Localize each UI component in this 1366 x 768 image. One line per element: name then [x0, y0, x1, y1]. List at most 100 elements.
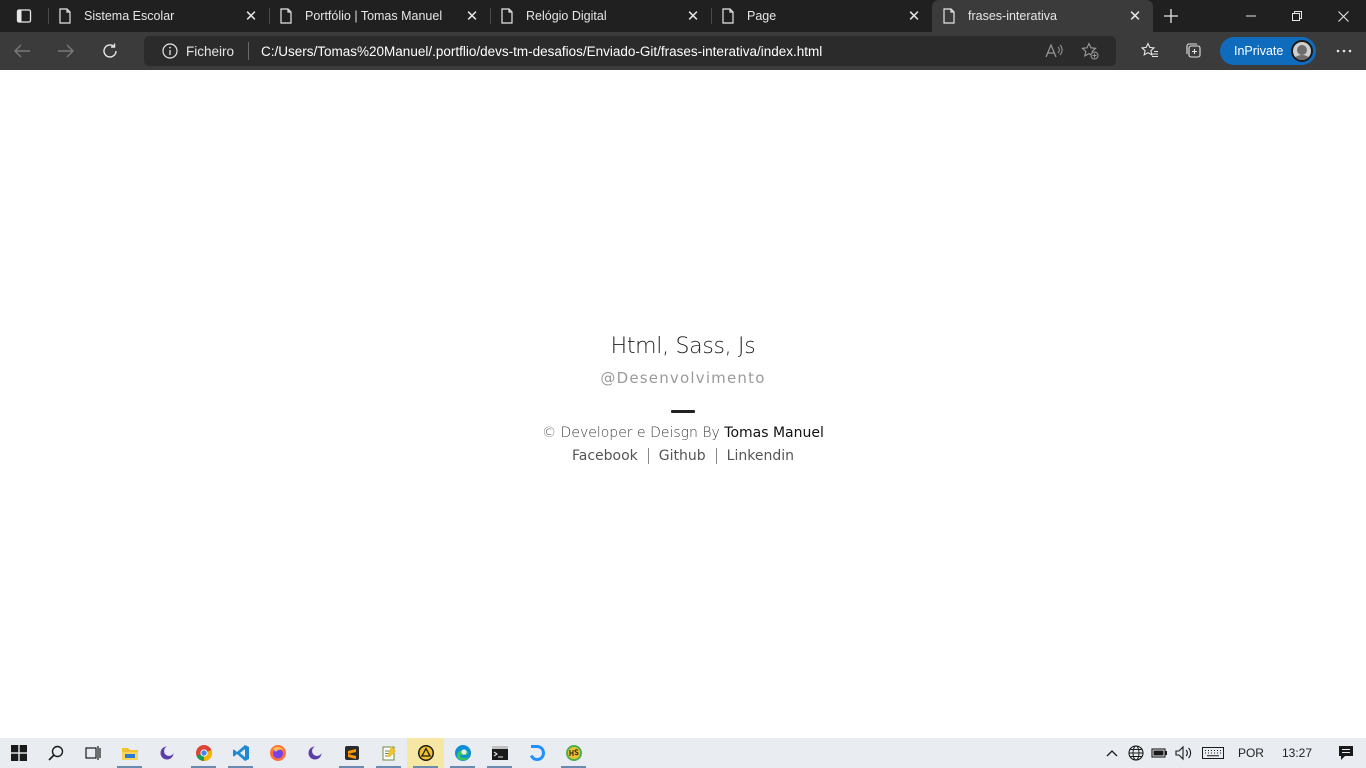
toolbar-right-actions: InPrivate: [1128, 32, 1366, 70]
restore-icon: [1292, 11, 1302, 21]
start-button[interactable]: [0, 738, 37, 768]
plus-icon: [1164, 9, 1178, 23]
avatar: [1291, 40, 1313, 62]
back-button[interactable]: [0, 32, 44, 70]
address-divider: [248, 42, 250, 60]
battery-icon[interactable]: [1148, 747, 1172, 759]
taskbar-vscode[interactable]: [222, 738, 259, 768]
taskbar: POR 13:27: [0, 738, 1366, 768]
restore-button[interactable]: [1274, 0, 1320, 32]
back-arrow-icon: [14, 44, 30, 58]
system-tray: POR 13:27: [1100, 738, 1366, 768]
read-aloud-icon[interactable]: [1036, 43, 1072, 59]
tab-actions-button[interactable]: [0, 0, 48, 32]
tab-title: Sistema Escolar: [84, 9, 175, 23]
sublime-icon: [344, 746, 359, 760]
chevron-up-icon[interactable]: [1100, 749, 1124, 757]
keyboard-icon[interactable]: [1196, 747, 1230, 759]
tab-actions-icon: [16, 9, 32, 23]
tab-portfolio[interactable]: Portfólio | Tomas Manuel ✕: [269, 0, 490, 32]
close-icon[interactable]: ✕: [1127, 8, 1143, 25]
taskbar-chrome[interactable]: [185, 738, 222, 768]
link-facebook[interactable]: Facebook: [562, 448, 648, 464]
credit-text: © Developer e Deisgn By Tomas Manuel: [0, 425, 1366, 441]
vscode-icon: [232, 745, 249, 761]
address-bar[interactable]: Ficheiro C:/Users/Tomas%20Manuel/.portfl…: [144, 36, 1116, 66]
taskbar-terminal[interactable]: [481, 738, 518, 768]
search-icon: [47, 745, 63, 761]
tab-sistema-escolar[interactable]: Sistema Escolar ✕: [48, 0, 269, 32]
firefox-icon: [269, 745, 286, 761]
add-favorite-icon[interactable]: [1072, 42, 1108, 60]
page-icon: [279, 8, 293, 24]
minimize-icon: [1246, 15, 1256, 17]
tab-frases-interativa[interactable]: frases-interativa ✕: [932, 0, 1153, 32]
info-icon[interactable]: [162, 43, 178, 59]
close-icon: [1337, 10, 1349, 22]
volume-icon[interactable]: [1172, 745, 1196, 761]
taskbar-sublime[interactable]: [333, 738, 370, 768]
taskbar-app-purple[interactable]: [148, 738, 185, 768]
close-icon[interactable]: ✕: [685, 8, 701, 25]
moon-app-icon: [308, 746, 322, 760]
task-view-button[interactable]: [74, 738, 111, 768]
page-icon: [721, 8, 735, 24]
tab-title: Page: [747, 9, 777, 23]
taskbar-app-purple-2[interactable]: [296, 738, 333, 768]
forward-arrow-icon: [58, 44, 74, 58]
notepad-icon: [382, 746, 396, 761]
tab-title: Relógio Digital: [526, 9, 607, 23]
page-icon: [500, 8, 514, 24]
link-linkendin[interactable]: Linkendin: [717, 448, 804, 464]
clock[interactable]: 13:27: [1274, 746, 1326, 760]
address-url[interactable]: C:/Users/Tomas%20Manuel/.portflio/devs-t…: [261, 44, 822, 59]
taskbar-firefox[interactable]: [259, 738, 296, 768]
tab-relogio-digital[interactable]: Relógio Digital ✕: [490, 0, 711, 32]
more-options-icon[interactable]: [1322, 49, 1366, 53]
close-window-button[interactable]: [1320, 0, 1366, 32]
chrome-icon: [195, 745, 212, 762]
tab-strip: Sistema Escolar ✕ Portfólio | Tomas Manu…: [0, 0, 1366, 32]
task-view-icon: [84, 746, 101, 760]
handle-text: @Desenvolvimento: [600, 369, 766, 387]
tab-separator: [269, 8, 270, 24]
windows-icon: [10, 745, 27, 761]
tab-page[interactable]: Page ✕: [711, 0, 932, 32]
terminal-icon: [491, 746, 508, 760]
credit-author: Tomas Manuel: [724, 425, 824, 441]
inprivate-button[interactable]: InPrivate: [1220, 37, 1316, 65]
taskbar-file-explorer[interactable]: [111, 738, 148, 768]
forward-button[interactable]: [44, 32, 88, 70]
divider-bar: [671, 410, 695, 413]
taskbar-app-hs[interactable]: [555, 738, 592, 768]
notification-icon[interactable]: [1326, 745, 1366, 761]
hs-app-icon: [565, 745, 582, 761]
tab-title: frases-interativa: [968, 9, 1057, 23]
taskbar-edge[interactable]: [444, 738, 481, 768]
tab-separator: [48, 8, 49, 24]
link-github[interactable]: Github: [649, 448, 716, 464]
window-controls: [1228, 0, 1366, 32]
taskbar-app-yellow[interactable]: [407, 738, 444, 768]
taskbar-notepad[interactable]: [370, 738, 407, 768]
new-tab-button[interactable]: [1153, 0, 1189, 32]
search-button[interactable]: [37, 738, 74, 768]
language-indicator[interactable]: POR: [1230, 746, 1274, 760]
refresh-button[interactable]: [88, 32, 132, 70]
close-icon[interactable]: ✕: [906, 8, 922, 25]
refresh-icon: [103, 43, 117, 58]
address-actions: [1036, 42, 1108, 60]
collections-icon[interactable]: [1172, 42, 1216, 60]
blue-app-icon: [529, 745, 545, 761]
page-title: Html, Sass, Js: [610, 334, 756, 359]
inprivate-label: InPrivate: [1234, 44, 1284, 58]
favorites-icon[interactable]: [1128, 42, 1172, 60]
taskbar-app-blue[interactable]: [518, 738, 555, 768]
globe-icon[interactable]: [1124, 745, 1148, 761]
folder-icon: [121, 748, 138, 760]
minimize-button[interactable]: [1228, 0, 1274, 32]
close-icon[interactable]: ✕: [464, 8, 480, 25]
tab-separator: [711, 8, 712, 24]
credit-prefix: © Developer e Deisgn By: [542, 425, 725, 441]
close-icon[interactable]: ✕: [243, 8, 259, 25]
